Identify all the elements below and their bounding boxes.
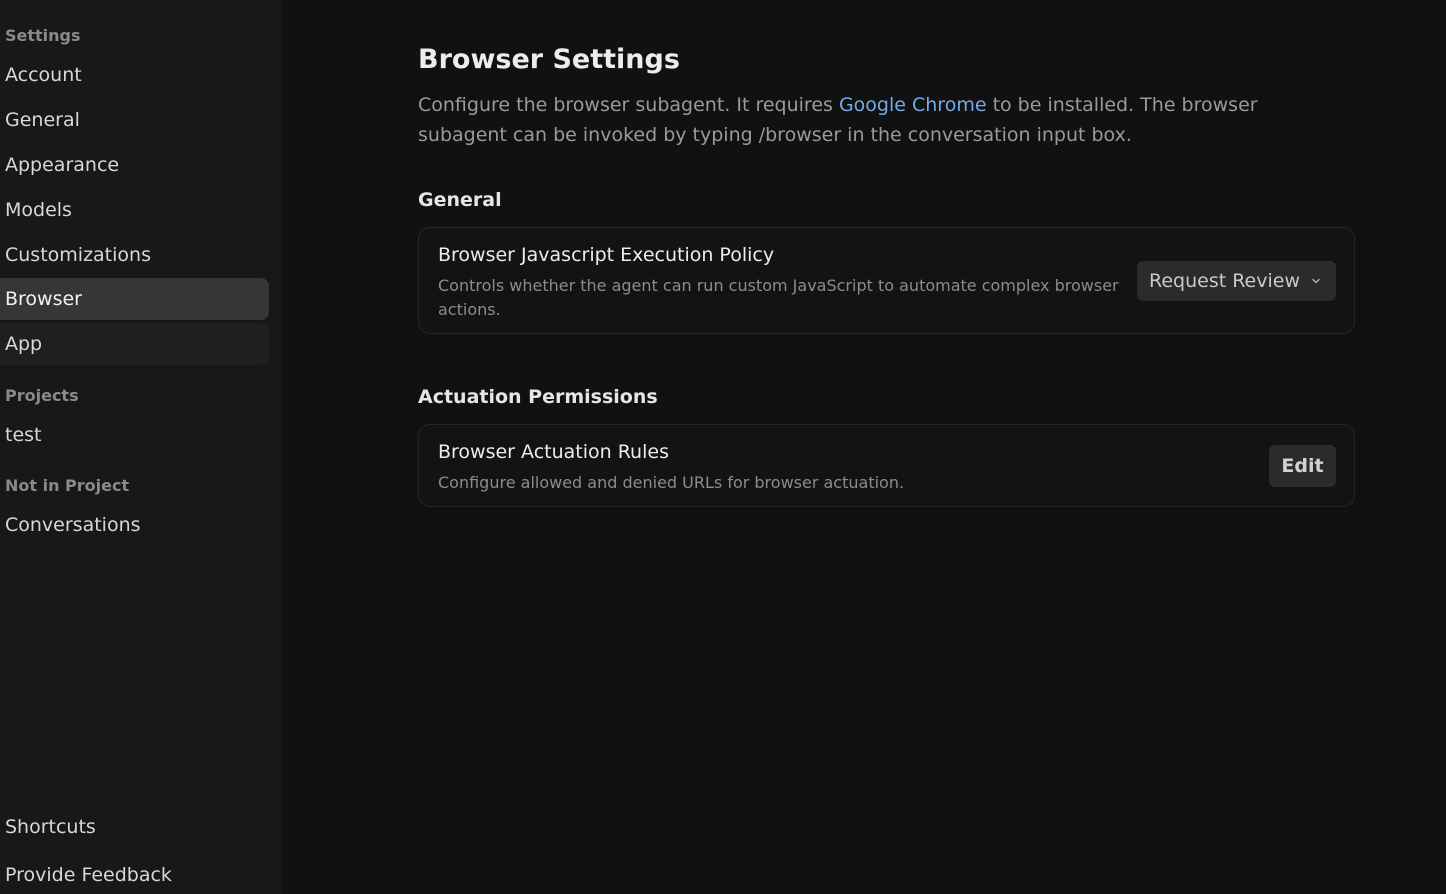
dropdown-selected-value: Request Review	[1148, 270, 1300, 292]
sidebar-item-label: Account	[5, 64, 82, 86]
edit-actuation-rules-button[interactable]: Edit	[1269, 445, 1336, 487]
sidebar-item-label: test	[5, 424, 42, 446]
app-window: Settings Account General Appearance Mode…	[0, 0, 1446, 894]
browser-actuation-rules-description: Configure allowed and denied URLs for br…	[438, 473, 905, 492]
sidebar-item-project-test[interactable]: test	[0, 414, 269, 456]
sidebar-item-provide-feedback[interactable]: Provide Feedback	[0, 854, 269, 894]
sidebar-item-label: Browser	[5, 288, 82, 310]
browser-actuation-rules-title: Browser Actuation Rules	[438, 441, 669, 463]
sidebar-item-models[interactable]: Models	[0, 189, 269, 231]
sidebar-item-conversations[interactable]: Conversations	[0, 504, 269, 546]
browser-actuation-rules-card: Browser Actuation Rules Configure allowe…	[418, 424, 1355, 507]
settings-content: Browser Settings Configure the browser s…	[281, 0, 1446, 894]
js-execution-policy-description: Controls whether the agent can run custo…	[438, 276, 1119, 319]
js-execution-policy-card: Browser Javascript Execution Policy Cont…	[418, 227, 1355, 334]
sidebar-item-label: General	[5, 109, 80, 131]
sidebar-item-appearance[interactable]: Appearance	[0, 144, 269, 186]
sidebar-item-account[interactable]: Account	[0, 54, 269, 96]
projects-section-label: Projects	[5, 386, 79, 405]
sidebar-item-label: Customizations	[5, 244, 151, 266]
page-description: Configure the browser subagent. It requi…	[418, 90, 1348, 150]
sidebar-item-shortcuts[interactable]: Shortcuts	[0, 806, 269, 848]
sidebar-item-label: Models	[5, 199, 72, 221]
google-chrome-link[interactable]: Google Chrome	[839, 94, 987, 116]
sidebar-item-label: Provide Feedback	[5, 864, 172, 886]
sidebar-item-label: Shortcuts	[5, 816, 96, 838]
js-execution-policy-title: Browser Javascript Execution Policy	[438, 244, 775, 266]
sidebar-item-label: Conversations	[5, 514, 141, 536]
actuation-permissions-section-title: Actuation Permissions	[418, 386, 658, 408]
sidebar-item-browser[interactable]: Browser	[0, 278, 269, 320]
chevron-down-icon	[1312, 278, 1320, 284]
not-in-project-section-label: Not in Project	[5, 476, 130, 495]
sidebar-item-label: App	[5, 333, 43, 355]
general-section-title: General	[418, 189, 502, 211]
page-title: Browser Settings	[418, 44, 680, 75]
sidebar-item-general[interactable]: General	[0, 99, 269, 141]
sidebar-item-customizations[interactable]: Customizations	[0, 234, 269, 276]
sidebar-item-label: Appearance	[5, 154, 120, 176]
sidebar-item-app[interactable]: App	[0, 323, 269, 365]
settings-section-label: Settings	[5, 26, 81, 45]
description-text-start: Configure the browser subagent. It requi…	[418, 94, 839, 116]
js-execution-policy-dropdown[interactable]: Request Review	[1136, 261, 1336, 301]
sidebar: Settings Account General Appearance Mode…	[0, 0, 281, 894]
